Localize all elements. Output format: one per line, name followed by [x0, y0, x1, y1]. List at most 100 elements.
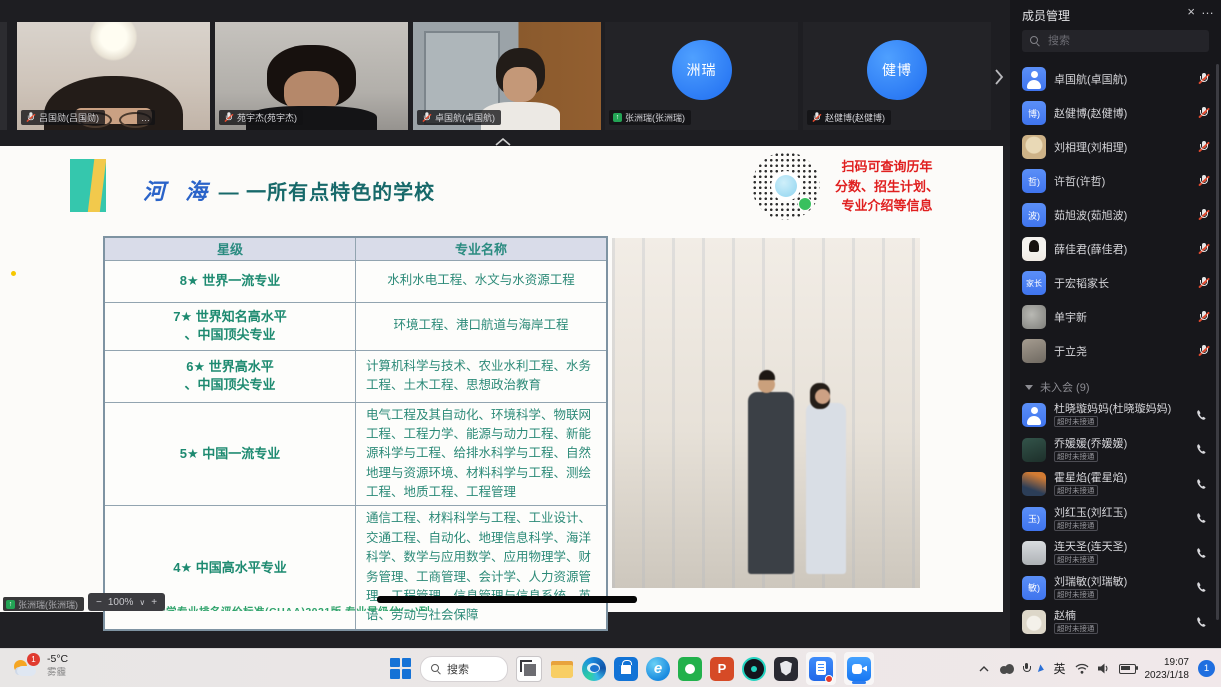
dark-circle-app-icon[interactable] [742, 657, 766, 681]
participant-row-not-joined[interactable]: 连天圣(连天圣) 超时未接通 [1010, 536, 1221, 571]
powerpoint-icon[interactable]: P [710, 657, 734, 681]
taskbar-search[interactable]: 搜索 [420, 656, 508, 682]
zoom-controls: − 100% ∨ + [88, 593, 165, 611]
cloud-sync-icon[interactable] [998, 664, 1014, 674]
avatar-photo [1022, 305, 1046, 329]
weather-widget[interactable]: 1 -5°C 雾霾 [12, 653, 68, 679]
file-explorer-icon[interactable] [550, 657, 574, 681]
tile-more-button[interactable]: … [137, 110, 155, 125]
timeout-badge: 超时未接通 [1054, 623, 1098, 634]
tile-name-label: 卓国航(卓国航) [417, 110, 501, 125]
mic-muted-icon[interactable] [1198, 311, 1209, 324]
zoom-caret-icon[interactable]: ∨ [139, 598, 145, 607]
call-phone-icon[interactable] [1196, 409, 1209, 422]
participant-name: 卓国航(卓国航) [435, 111, 495, 124]
wifi-icon[interactable] [1075, 663, 1089, 674]
search-box[interactable] [1022, 30, 1209, 52]
participant-row[interactable]: 卓国航(卓国航) [1010, 62, 1221, 96]
participant-name: 杜晓璇妈妈(杜晓璇妈妈) [1054, 403, 1188, 415]
call-phone-icon[interactable] [1196, 478, 1209, 491]
presenter-share-pill: ↑ 张洲瑞(张洲瑞) [3, 597, 84, 611]
participant-row[interactable]: 家长 于宏韬家长 [1010, 266, 1221, 300]
start-button[interactable] [390, 658, 412, 680]
avatar: 哲) [1022, 169, 1046, 193]
call-phone-icon[interactable] [1196, 581, 1209, 594]
mic-muted-icon[interactable] [1198, 107, 1209, 120]
more-options-icon[interactable]: … [1201, 2, 1215, 17]
location-arrow-icon[interactable] [1038, 664, 1045, 673]
meeting-app-active[interactable] [844, 652, 874, 685]
call-phone-icon[interactable] [1196, 547, 1209, 560]
mic-muted-icon [812, 112, 821, 122]
battery-icon[interactable] [1119, 664, 1136, 674]
participant-row-not-joined[interactable]: 乔媛媛(乔媛媛) 超时未接通 [1010, 433, 1221, 468]
call-phone-icon[interactable] [1196, 616, 1209, 629]
video-tile-1[interactable]: 吕国勋(吕国勋) … [17, 22, 210, 130]
participant-row-not-joined[interactable]: 赵楠 超时未接通 [1010, 605, 1221, 640]
participant-row[interactable]: 薛佳君(薛佳君) [1010, 232, 1221, 266]
search-input[interactable] [1046, 34, 1201, 48]
participant-row[interactable]: 刘相理(刘相理) [1010, 130, 1221, 164]
shield-app-icon[interactable] [774, 657, 798, 681]
edge-browser-icon[interactable] [582, 657, 606, 681]
video-tile-2[interactable]: 苑宇杰(苑宇杰) [215, 22, 408, 130]
mic-muted-icon[interactable] [1198, 73, 1209, 86]
qr-code [752, 152, 820, 220]
internet-explorer-icon[interactable]: e [646, 657, 670, 681]
video-tile-5[interactable]: 健博 赵健博(赵健博) [803, 22, 991, 130]
mic-muted-icon [224, 112, 233, 122]
mic-muted-icon[interactable] [1198, 175, 1209, 188]
participant-row-not-joined[interactable]: 霍星焰(霍星焰) 超时未接通 [1010, 467, 1221, 502]
zoom-out-button[interactable]: − [96, 597, 102, 608]
participant-row-not-joined[interactable]: 杜晓璇妈妈(杜晓璇妈妈) 超时未接通 [1010, 398, 1221, 433]
participant-row[interactable]: 波) 茹旭波(茹旭波) [1010, 198, 1221, 232]
avatar-initials: 健博 [867, 40, 927, 100]
tray-date: 2023/1/18 [1145, 669, 1190, 682]
participant-row[interactable]: 于立尧 [1010, 334, 1221, 368]
participant-row-not-joined[interactable]: 玉) 刘红玉(刘红玉) 超时未接通 [1010, 502, 1221, 537]
zoom-in-button[interactable]: + [151, 597, 157, 608]
speaker-icon[interactable] [1098, 663, 1110, 674]
strip-next-arrow[interactable] [992, 62, 1006, 92]
avatar-photo [1022, 541, 1046, 565]
participant-name: 单宇新 [1054, 309, 1190, 325]
mic-muted-icon[interactable] [1198, 243, 1209, 256]
timeout-badge: 超时未接通 [1054, 520, 1098, 531]
task-view-icon[interactable] [516, 656, 542, 682]
clock[interactable]: 19:07 2023/1/18 [1145, 656, 1190, 682]
sidebar-scrollbar[interactable] [1216, 64, 1219, 620]
participant-name: 于立尧 [1054, 343, 1190, 359]
notification-count-badge[interactable]: 1 [1198, 660, 1215, 677]
mic-muted-icon[interactable] [1198, 141, 1209, 154]
mic-muted-icon[interactable] [1198, 277, 1209, 290]
mic-muted-icon[interactable] [1198, 209, 1209, 222]
ime-language-indicator[interactable]: 英 [1053, 660, 1065, 677]
slide-footnote-clipped: 校友会中国大学专业排名评价标准(CUAA)2021版,专业星级分(一)列 [100, 604, 580, 611]
blue-docs-app-active[interactable] [806, 652, 836, 685]
slide-logo [70, 159, 106, 212]
weather-temp: -5°C [47, 653, 68, 667]
photo-person-male [748, 392, 794, 574]
participant-row[interactable]: 博) 赵健博(赵健博) [1010, 96, 1221, 130]
mic-muted-icon[interactable] [1198, 345, 1209, 358]
video-tile-4[interactable]: 洲瑞 ↑ 张洲瑞(张洲瑞) [605, 22, 798, 130]
green-bag-app-icon[interactable] [678, 657, 702, 681]
active-app-underline [852, 681, 866, 684]
zoom-level[interactable]: 100% [108, 597, 134, 608]
participant-row[interactable]: 哲) 许哲(许哲) [1010, 164, 1221, 198]
microphone-tray-icon[interactable] [1023, 663, 1030, 674]
call-phone-icon[interactable] [1196, 512, 1209, 525]
collapse-strip-chevron-icon[interactable] [495, 133, 513, 143]
meeting-app-icon[interactable] [847, 657, 871, 681]
participant-row[interactable]: 单宇新 [1010, 300, 1221, 334]
black-scroll-bar[interactable] [377, 596, 637, 603]
video-tile-3[interactable]: 卓国航(卓国航) [413, 22, 601, 130]
hidden-icons-chevron-icon[interactable] [979, 666, 989, 672]
not-joined-section-header[interactable]: 未入会 (9) [1010, 376, 1221, 398]
tile-name-label: 吕国勋(吕国勋) [21, 110, 105, 125]
participant-row-not-joined[interactable]: 敏) 刘瑞敏(刘瑞敏) 超时未接通 [1010, 571, 1221, 606]
close-icon[interactable]: × [1187, 4, 1195, 19]
microsoft-store-icon[interactable] [614, 657, 638, 681]
call-phone-icon[interactable] [1196, 443, 1209, 456]
avatar-photo [1022, 339, 1046, 363]
